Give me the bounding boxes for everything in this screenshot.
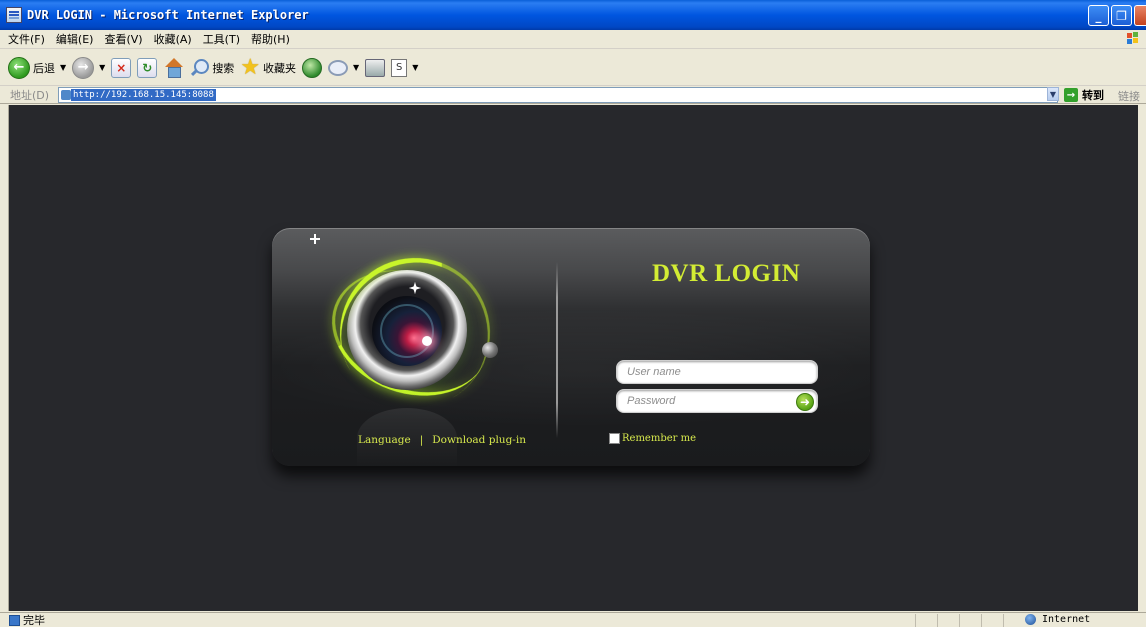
zone-label: Internet <box>1042 614 1091 625</box>
menu-favorites[interactable]: 收藏(A) <box>154 31 192 47</box>
window-controls: _ ❐ <box>1088 5 1146 26</box>
status-panel <box>937 614 959 627</box>
home-icon <box>163 57 184 78</box>
go-label: 转到 <box>1082 89 1104 102</box>
address-input[interactable]: http://192.168.15.145:8088 <box>58 87 1058 103</box>
go-arrow-icon: → <box>1064 88 1078 102</box>
username-input[interactable] <box>617 361 817 383</box>
status-panels <box>915 614 1025 627</box>
mail-button[interactable]: ▼ <box>328 59 359 76</box>
favorites-label: 收藏夹 <box>263 61 297 75</box>
back-button[interactable]: ← 后退 ▼ <box>8 56 66 79</box>
page-done-icon <box>9 614 20 626</box>
remember-me-label: Remember me <box>622 433 697 444</box>
panel-divider <box>556 262 558 438</box>
mail-dropdown-icon[interactable]: ▼ <box>353 63 359 72</box>
menu-edit[interactable]: 编辑(E) <box>56 31 94 47</box>
standard-toolbar: ← 后退 ▼ → ▼ × ↻ 搜索 ★ 收藏夹 ▼ S ▼ <box>0 50 1146 86</box>
status-panel <box>959 614 981 627</box>
back-arrow-icon: ← <box>8 56 30 79</box>
links-button[interactable]: 链接 <box>1118 88 1140 104</box>
maximize-button[interactable]: ❐ <box>1111 5 1132 26</box>
link-separator: | <box>419 434 424 446</box>
scrollbar-edge <box>1138 105 1146 611</box>
search-button[interactable]: 搜索 <box>189 58 234 78</box>
language-link[interactable]: Language <box>358 434 411 446</box>
stop-icon: × <box>111 57 132 78</box>
search-icon <box>189 58 210 78</box>
menu-bar: 文件(F) 编辑(E) 查看(V) 收藏(A) 工具(T) 帮助(H) <box>0 30 1146 49</box>
login-panel: Language | Download plug-in DVR LOGIN Re… <box>272 228 870 466</box>
download-plugin-link[interactable]: Download plug-in <box>432 434 526 446</box>
lens-bubble-icon <box>482 342 498 358</box>
close-button[interactable] <box>1134 5 1146 26</box>
remember-me-checkbox[interactable] <box>609 433 620 444</box>
status-bar: 完毕 Internet <box>0 612 1146 627</box>
page-content: Language | Download plug-in DVR LOGIN Re… <box>8 105 1146 611</box>
print-button[interactable] <box>365 58 386 77</box>
password-input[interactable] <box>617 390 817 412</box>
mail-icon <box>328 59 349 76</box>
search-label: 搜索 <box>212 61 235 75</box>
media-button[interactable] <box>302 57 323 78</box>
menu-file[interactable]: 文件(F) <box>8 31 45 47</box>
status-panel <box>981 614 1003 627</box>
menu-tools[interactable]: 工具(T) <box>203 31 240 47</box>
address-dropdown-button[interactable]: ▼ <box>1047 87 1059 101</box>
sparkle-icon <box>310 234 320 244</box>
login-submit-button[interactable]: ➜ <box>796 393 814 411</box>
login-title: DVR LOGIN <box>652 260 801 287</box>
minimize-button[interactable]: _ <box>1088 5 1109 26</box>
submit-arrow-icon: ➜ <box>799 395 811 409</box>
forward-button[interactable]: → ▼ <box>72 56 105 79</box>
media-icon <box>302 57 323 78</box>
username-field[interactable] <box>616 360 818 384</box>
edit-dropdown-icon[interactable]: ▼ <box>412 63 418 72</box>
edit-icon: S <box>391 58 408 77</box>
remember-me[interactable]: Remember me <box>609 433 696 444</box>
globe-icon <box>1025 614 1036 625</box>
window-title: DVR LOGIN - Microsoft Internet Explorer <box>27 8 309 22</box>
refresh-button[interactable]: ↻ <box>137 57 158 78</box>
status-panel <box>915 614 937 627</box>
back-label: 后退 <box>33 61 55 75</box>
menu-help[interactable]: 帮助(H) <box>251 31 290 47</box>
security-zone[interactable]: Internet <box>1025 614 1090 625</box>
login-footer-links: Language | Download plug-in <box>358 434 526 446</box>
ie-app-icon <box>6 7 22 23</box>
home-button[interactable] <box>163 57 184 78</box>
back-dropdown-icon[interactable]: ▼ <box>60 63 66 72</box>
menu-view[interactable]: 查看(V) <box>104 31 142 47</box>
print-icon <box>365 58 386 77</box>
page-icon <box>61 90 71 100</box>
refresh-icon: ↻ <box>137 57 158 78</box>
star-icon: ★ <box>240 54 261 80</box>
favorites-button[interactable]: ★ 收藏夹 <box>240 54 297 80</box>
go-button[interactable]: → 转到 <box>1064 87 1104 103</box>
forward-dropdown-icon[interactable]: ▼ <box>99 63 105 72</box>
address-label: 地址(D) <box>10 88 50 102</box>
password-field[interactable]: ➜ <box>616 389 818 413</box>
status-text: 完毕 <box>23 614 45 627</box>
address-bar: 地址(D) http://192.168.15.145:8088 ▼ → 转到 … <box>0 86 1146 104</box>
windows-logo-icon <box>1127 32 1138 44</box>
stop-button[interactable]: × <box>111 57 132 78</box>
forward-arrow-icon: → <box>72 56 95 79</box>
window-title-bar[interactable]: DVR LOGIN - Microsoft Internet Explorer … <box>0 0 1146 30</box>
address-url[interactable]: http://192.168.15.145:8088 <box>71 89 216 101</box>
status-panel <box>1003 614 1025 627</box>
edit-button[interactable]: S ▼ <box>391 58 418 77</box>
